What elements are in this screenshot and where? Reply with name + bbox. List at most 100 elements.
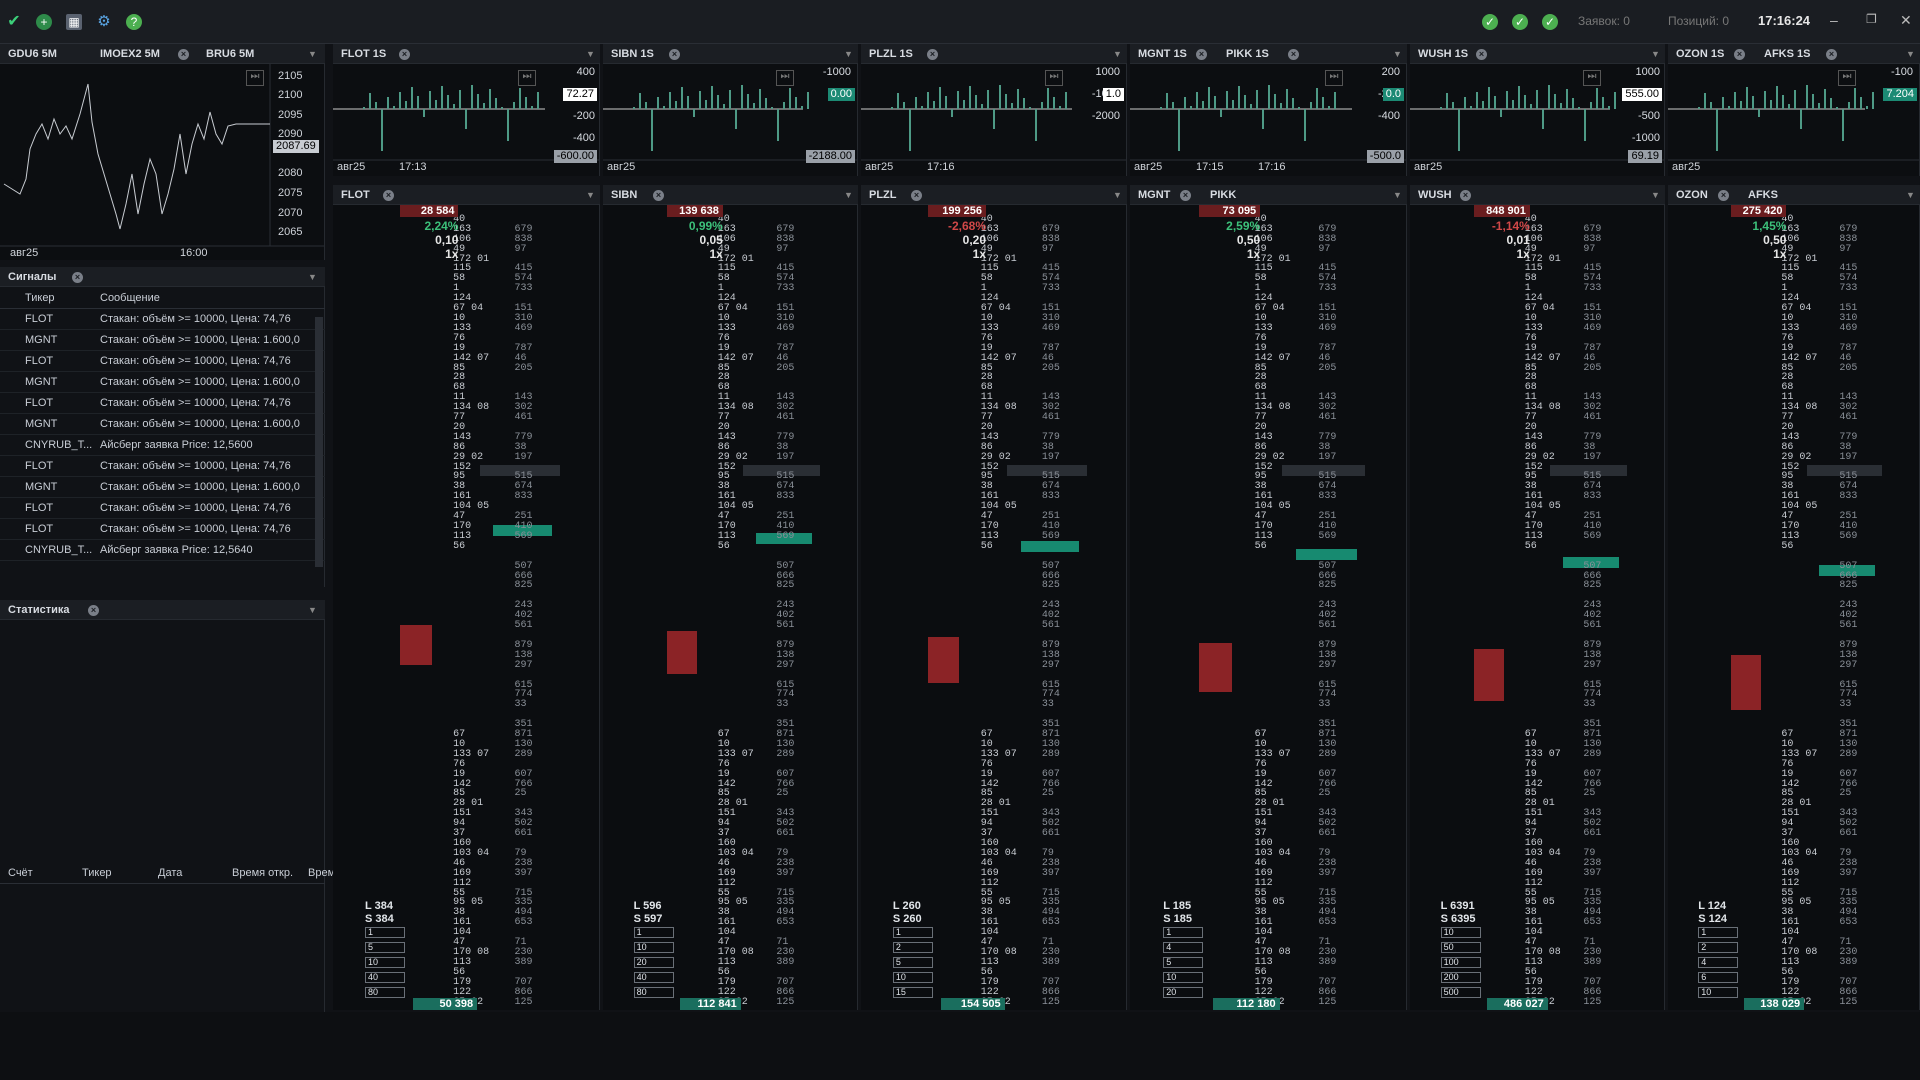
multiplier[interactable]: 1x [1718,247,1786,261]
chevron-down-icon[interactable]: ▼ [1113,49,1122,59]
scroll-end-icon[interactable]: ⏭ [518,70,536,86]
order-size-button[interactable]: 6 [1698,972,1739,983]
multiplier[interactable]: 1x [1461,247,1529,261]
mini-chart-plzl1s[interactable]: ⏭1000-1000-20001.0авг2517:16 [861,64,1127,176]
add-icon[interactable]: + [36,14,52,30]
orderbook-ladder[interactable]: 40 163 106 49 172 01 115 58 1 124 67 04 … [1130,205,1407,1010]
close-tab-icon[interactable]: × [1826,49,1837,60]
order-size-button[interactable]: 10 [892,972,933,983]
orderbook-ticker-2[interactable]: PIKK [1210,189,1236,201]
futures-chart[interactable]: 2105 2100 2095 2090 2087.69 2080 2075 20… [0,64,325,260]
signal-row[interactable]: FLOT Стакан: объём >= 10000, Цена: 74,76 [0,393,325,414]
close-tab-icon[interactable]: × [669,49,680,60]
mini-chart-ozon1s[interactable]: ⏭-100-2007.204авг25 [1668,64,1920,176]
chevron-down-icon[interactable]: ▼ [308,49,317,59]
order-size-button[interactable]: 10 [633,942,674,953]
col-time[interactable]: Врем [308,867,335,879]
tab-imoex2[interactable]: IMOEX2 5M [100,48,160,60]
order-size-button[interactable]: 100 [1440,957,1481,968]
chevron-down-icon[interactable]: ▼ [844,49,853,59]
order-size-button[interactable]: 1 [1698,927,1739,938]
logo-check-icon[interactable]: ✔ [6,14,22,30]
orderbook-ticker[interactable]: MGNT [1138,189,1170,201]
chevron-down-icon[interactable]: ▼ [1651,190,1660,200]
order-size-button[interactable]: 10 [1440,927,1481,938]
orderbook-ladder[interactable]: 40 163 106 49 172 01 115 58 1 124 67 04 … [603,205,858,1010]
chevron-down-icon[interactable]: ▼ [1651,49,1660,59]
order-size-button[interactable]: 10 [1163,972,1204,983]
chevron-down-icon[interactable]: ▼ [1393,190,1402,200]
chevron-down-icon[interactable]: ▼ [1113,190,1122,200]
chevron-down-icon[interactable]: ▼ [308,605,317,615]
close-stats-icon[interactable]: × [88,605,99,616]
signal-row[interactable]: FLOT Стакан: объём >= 10000, Цена: 74,76 [0,456,325,477]
order-size-button[interactable]: 1 [1163,927,1204,938]
close-tab-icon[interactable]: × [399,49,410,60]
orderbook-ladder[interactable]: 40 163 106 49 172 01 115 58 1 124 67 04 … [861,205,1127,1010]
col-message[interactable]: Сообщение [100,292,160,304]
signal-row[interactable]: MGNT Стакан: объём >= 10000, Цена: 1.600,… [0,330,325,351]
close-tab-icon[interactable]: × [1460,190,1471,201]
col-date[interactable]: Дата [158,867,182,879]
orderbook-ladder[interactable]: 40 163 106 49 172 01 115 58 1 124 67 04 … [1668,205,1920,1010]
close-tab-icon[interactable]: × [383,190,394,201]
scroll-end-icon[interactable]: ⏭ [1045,70,1063,86]
positions-count[interactable]: Позиций: 0 [1668,14,1729,28]
order-size-button[interactable]: 1 [892,927,933,938]
col-account[interactable]: Счёт [8,867,33,879]
signal-row[interactable]: FLOT Стакан: объём >= 10000, Цена: 74,76 [0,351,325,372]
order-size-button[interactable]: 4 [1698,957,1739,968]
chart-title[interactable]: WUSH 1S [1418,48,1468,60]
col-ticker[interactable]: Тикер [82,867,112,879]
col-open-time[interactable]: Время откр. [232,867,293,879]
chevron-down-icon[interactable]: ▼ [1393,49,1402,59]
order-size-button[interactable]: 500 [1440,987,1481,998]
orderbook-ticker[interactable]: SIBN [611,189,637,201]
close-tab-icon[interactable]: × [653,190,664,201]
chart-title[interactable]: OZON 1S [1676,48,1724,60]
signal-row[interactable]: MGNT Стакан: объём >= 10000, Цена: 1.600,… [0,477,325,498]
close-tab-icon[interactable]: × [1288,49,1299,60]
order-size-button[interactable]: 20 [633,957,674,968]
order-size-button[interactable]: 2 [892,942,933,953]
order-size-button[interactable]: 80 [365,987,406,998]
multiplier[interactable]: 1x [386,247,458,261]
signal-row[interactable]: CNYRUB_T... Айсберг заявка Price: 12,5600 [0,435,325,456]
mini-chart-mgnt1s[interactable]: ⏭200-200-4000.0-500.0авг2517:1517:16 [1130,64,1407,176]
signal-row[interactable]: MGNT Стакан: объём >= 10000, Цена: 1.600,… [0,414,325,435]
multiplier[interactable]: 1x [1185,247,1260,261]
close-tab-icon[interactable]: × [1180,190,1191,201]
orderbook-ticker-2[interactable]: AFKS [1748,189,1778,201]
order-size-button[interactable]: 200 [1440,972,1481,983]
scroll-end-icon[interactable]: ⏭ [776,70,794,86]
chart-title-2[interactable]: AFKS 1S [1764,48,1810,60]
multiplier[interactable]: 1x [914,247,986,261]
minimize-icon[interactable]: – [1830,12,1838,28]
order-size-button[interactable]: 10 [365,957,406,968]
orderbook-ticker[interactable]: OZON [1676,189,1708,201]
scroll-end-icon[interactable]: ⏭ [1583,70,1601,86]
multiplier[interactable]: 1x [654,247,722,261]
order-size-button[interactable]: 40 [365,972,406,983]
scroll-end-icon[interactable]: ⏭ [246,70,264,86]
tab-bru6[interactable]: BRU6 5M [206,48,254,60]
maximize-icon[interactable]: ❐ [1866,12,1877,26]
chevron-down-icon[interactable]: ▼ [1906,49,1915,59]
order-size-button[interactable]: 1 [633,927,674,938]
chevron-down-icon[interactable]: ▼ [586,190,595,200]
orderbook-ticker[interactable]: FLOT [341,189,370,201]
order-size-button[interactable]: 5 [365,942,406,953]
close-tab-icon[interactable]: × [1196,49,1207,60]
order-size-button[interactable]: 80 [633,987,674,998]
order-size-button[interactable]: 1 [365,927,406,938]
close-tab-icon[interactable]: × [178,49,189,60]
close-tab-icon[interactable]: × [911,190,922,201]
mini-chart-wush1s[interactable]: ⏭1000500-500-1000555.0069.19авг25 [1410,64,1665,176]
order-size-button[interactable]: 4 [1163,942,1204,953]
chart-title[interactable]: SIBN 1S [611,48,654,60]
signal-row[interactable]: CNYRUB_T... Айсберг заявка Price: 12,5640 [0,540,325,561]
close-tab-icon[interactable]: × [1718,190,1729,201]
order-size-button[interactable]: 50 [1440,942,1481,953]
chart-title-2[interactable]: PIKK 1S [1226,48,1269,60]
chevron-down-icon[interactable]: ▼ [586,49,595,59]
